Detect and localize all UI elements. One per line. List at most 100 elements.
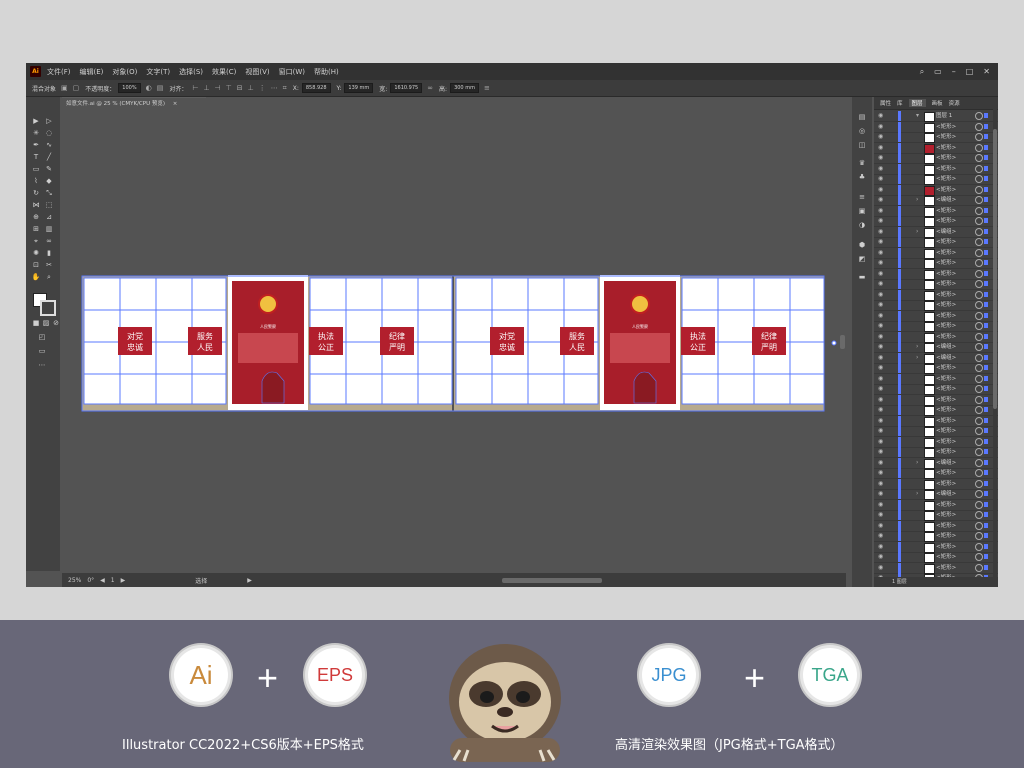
selection-square-icon[interactable] xyxy=(984,386,988,391)
prev-artboard-icon[interactable]: ◀ xyxy=(100,577,105,584)
artboard-number[interactable]: 1 xyxy=(111,577,115,584)
gradient-panel-icon[interactable]: ▣ xyxy=(857,207,867,215)
visibility-eye-icon[interactable]: ◉ xyxy=(878,564,883,571)
layer-row[interactable]: ◉ <矩形> xyxy=(874,541,998,553)
selection-square-icon[interactable] xyxy=(984,417,988,423)
layer-row[interactable]: ◉ <矩形> xyxy=(874,258,998,269)
selection-square-icon[interactable] xyxy=(984,218,988,223)
layer-row[interactable]: ◉ <矩形> xyxy=(874,216,998,227)
target-circle-icon[interactable] xyxy=(975,122,983,131)
target-circle-icon[interactable] xyxy=(975,112,983,120)
type-tool-icon[interactable]: T xyxy=(31,153,41,161)
visibility-eye-icon[interactable]: ◉ xyxy=(878,385,883,392)
menu-view[interactable]: 视图(V) xyxy=(245,67,269,77)
screen-mode-icon[interactable]: ▭ xyxy=(37,347,47,355)
tab-properties[interactable]: 属性 xyxy=(880,99,891,107)
layer-row[interactable]: ◉ <矩形> xyxy=(874,163,998,175)
selection-square-icon[interactable] xyxy=(984,291,988,297)
expand-arrow-icon[interactable]: › xyxy=(916,354,918,361)
symbol-sprayer-tool-icon[interactable]: ✺ xyxy=(31,249,41,257)
target-circle-icon[interactable] xyxy=(975,206,983,215)
target-circle-icon[interactable] xyxy=(975,217,983,225)
layer-row[interactable]: ◉ › <编组> xyxy=(874,457,998,469)
target-circle-icon[interactable] xyxy=(975,332,983,341)
magic-wand-tool-icon[interactable]: ✳ xyxy=(31,129,41,137)
visibility-eye-icon[interactable]: ◉ xyxy=(878,364,883,371)
visibility-eye-icon[interactable]: ◉ xyxy=(878,522,883,529)
expand-arrow-icon[interactable]: › xyxy=(916,490,918,497)
layer-row[interactable]: ◉ <矩形> xyxy=(874,247,998,259)
selection-square-icon[interactable] xyxy=(984,543,988,549)
visibility-eye-icon[interactable]: ◉ xyxy=(878,249,883,256)
distribute-icon[interactable]: ⋮ xyxy=(259,84,266,92)
visibility-eye-icon[interactable]: ◉ xyxy=(878,553,883,560)
selection-square-icon[interactable] xyxy=(984,207,988,213)
recolor-icon[interactable]: ◐ xyxy=(146,84,152,92)
visibility-eye-icon[interactable]: ◉ xyxy=(878,448,883,455)
selection-square-icon[interactable] xyxy=(984,249,988,255)
visibility-eye-icon[interactable]: ◉ xyxy=(878,133,883,140)
selection-square-icon[interactable] xyxy=(984,512,988,517)
expand-arrow-icon[interactable]: › xyxy=(916,343,918,350)
line-tool-icon[interactable]: ╱ xyxy=(44,153,54,161)
target-circle-icon[interactable] xyxy=(975,196,983,204)
selection-square-icon[interactable] xyxy=(984,197,988,202)
rotate-tool-icon[interactable]: ↻ xyxy=(31,189,41,197)
layer-row[interactable]: ◉ <矩形> xyxy=(874,415,998,427)
visibility-eye-icon[interactable]: ◉ xyxy=(878,217,883,224)
layer-row[interactable]: ◉ <矩形> xyxy=(874,436,998,448)
layer-row[interactable]: ◉ <矩形> xyxy=(874,384,998,395)
tab-artboards[interactable]: 画板 xyxy=(932,99,943,107)
selection-square-icon[interactable] xyxy=(984,522,988,528)
link-icon[interactable]: ∞ xyxy=(427,84,433,92)
layer-row[interactable]: ◉ › <编组> xyxy=(874,352,998,364)
direct-selection-tool-icon[interactable]: ▷ xyxy=(44,117,54,125)
target-circle-icon[interactable] xyxy=(975,385,983,393)
tab-assets[interactable]: 资源 xyxy=(949,99,960,107)
visibility-eye-icon[interactable]: ◉ xyxy=(878,427,883,434)
visibility-eye-icon[interactable]: ◉ xyxy=(878,291,883,298)
color-mode-icon[interactable]: ■ xyxy=(31,319,41,327)
menu-effect[interactable]: 效果(C) xyxy=(212,67,236,77)
selection-square-icon[interactable] xyxy=(984,260,988,265)
visibility-eye-icon[interactable]: ◉ xyxy=(878,459,883,466)
selection-square-icon[interactable] xyxy=(984,302,988,307)
visibility-eye-icon[interactable]: ◉ xyxy=(878,490,883,497)
layers-scrollbar[interactable] xyxy=(993,109,997,577)
selection-square-icon[interactable] xyxy=(984,407,988,412)
curvature-tool-icon[interactable]: ∿ xyxy=(44,141,54,149)
target-circle-icon[interactable] xyxy=(975,175,983,183)
next-artboard-icon[interactable]: ▶ xyxy=(121,577,126,584)
layer-row[interactable]: ◉ <矩形> xyxy=(874,468,998,479)
expand-arrow-icon[interactable]: › xyxy=(916,228,918,235)
lasso-tool-icon[interactable]: ◌ xyxy=(44,129,54,137)
visibility-eye-icon[interactable]: ◉ xyxy=(878,112,883,119)
layer-row-top[interactable]: ◉ ▾ 图层 1 xyxy=(874,111,998,122)
layer-row[interactable]: ◉ <矩形> xyxy=(874,405,998,416)
target-circle-icon[interactable] xyxy=(975,133,983,141)
properties-icon[interactable]: ▤ xyxy=(857,113,867,121)
layer-row[interactable]: ◉ <矩形> xyxy=(874,132,998,143)
expand-arrow-icon[interactable]: › xyxy=(916,196,918,203)
zoom-tool-icon[interactable]: ⌕ xyxy=(44,273,54,281)
visibility-eye-icon[interactable]: ◉ xyxy=(878,480,883,487)
selection-square-icon[interactable] xyxy=(984,375,988,381)
target-circle-icon[interactable] xyxy=(975,374,983,383)
tab-layers[interactable]: 图层 xyxy=(908,99,926,107)
target-circle-icon[interactable] xyxy=(975,227,983,236)
target-circle-icon[interactable] xyxy=(975,353,983,362)
scale-tool-icon[interactable]: ⤡ xyxy=(44,189,54,197)
x-field[interactable]: 858.928 xyxy=(301,83,331,93)
selection-square-icon[interactable] xyxy=(984,165,988,171)
target-circle-icon[interactable] xyxy=(975,259,983,267)
menu-type[interactable]: 文字(T) xyxy=(146,67,170,77)
target-circle-icon[interactable] xyxy=(975,154,983,162)
target-circle-icon[interactable] xyxy=(975,427,983,435)
target-circle-icon[interactable] xyxy=(975,238,983,246)
menu-edit[interactable]: 编辑(E) xyxy=(80,67,104,77)
selection-tool-icon[interactable]: ▶ xyxy=(31,117,41,125)
transform-icon[interactable]: ⌗ xyxy=(283,84,287,93)
selection-square-icon[interactable] xyxy=(984,533,988,538)
width-tool-icon[interactable]: ⋈ xyxy=(31,201,41,209)
visibility-eye-icon[interactable]: ◉ xyxy=(878,532,883,539)
